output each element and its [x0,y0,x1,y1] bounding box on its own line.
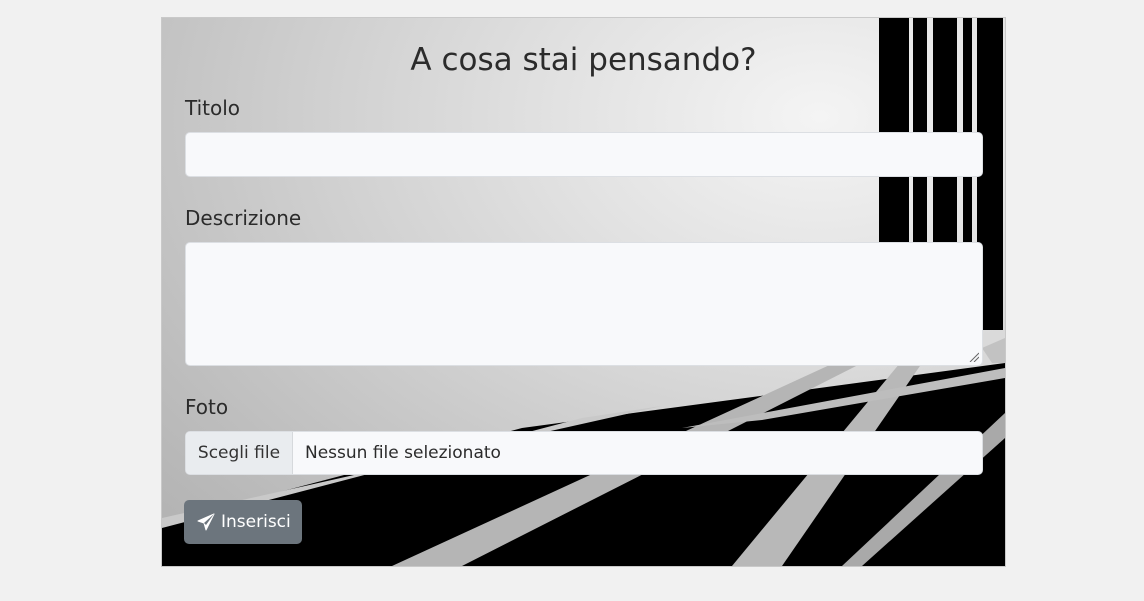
title-input[interactable] [185,132,983,177]
post-form-card: A cosa stai pensando? Titolo Descrizione… [161,17,1006,567]
submit-button[interactable]: Inserisci [184,500,302,544]
photo-file-input[interactable]: Scegli file Nessun file selezionato [185,431,983,475]
description-label: Descrizione [185,206,302,230]
description-textarea[interactable] [185,242,983,366]
resize-grip-icon[interactable] [969,352,979,362]
form-content: A cosa stai pensando? Titolo Descrizione… [162,18,1005,566]
paper-plane-icon [197,513,215,531]
file-status-text: Nessun file selezionato [305,443,501,463]
form-heading: A cosa stai pensando? [410,42,757,78]
submit-label: Inserisci [221,512,291,532]
photo-label: Foto [185,395,229,419]
title-label: Titolo [185,96,241,120]
choose-file-button[interactable]: Scegli file [186,432,293,474]
